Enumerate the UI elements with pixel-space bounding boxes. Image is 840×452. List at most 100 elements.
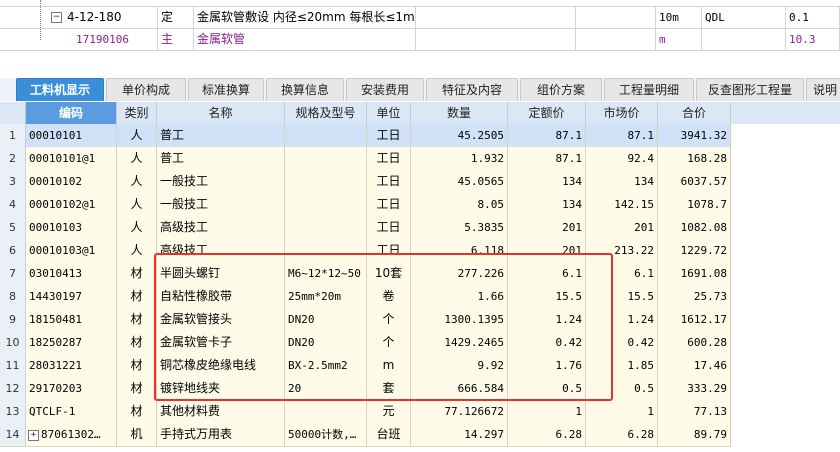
cell-category[interactable]: 材 [117, 400, 157, 423]
cell-name[interactable]: 高级技工 [157, 239, 285, 262]
cell-quota-price[interactable]: 15.5 [508, 285, 586, 308]
cell-unit[interactable]: 台班 [367, 423, 411, 446]
cell-name[interactable]: 一般技工 [157, 193, 285, 216]
cell-code[interactable]: 00010101@1 [26, 147, 117, 170]
table-row[interactable]: 1 00010101 人 普工 工日 45.2505 87.1 87.1 394… [0, 124, 731, 148]
cell-name[interactable]: 金属软管接头 [157, 308, 285, 331]
cell-quota-price[interactable]: 0.5 [508, 377, 586, 400]
cell-spec[interactable] [285, 193, 367, 216]
cell-unit[interactable]: 工日 [367, 124, 411, 147]
cell-quantity[interactable]: 277.226 [411, 262, 508, 285]
table-row[interactable]: 4 00010102@1 人 一般技工 工日 8.05 134 142.15 1… [0, 193, 731, 217]
cell-code[interactable]: 28031221 [26, 354, 117, 377]
table-row[interactable]: 7 03010413 材 半圆头螺钉 M6~12*12~50 10套 277.2… [0, 262, 731, 286]
cell-code[interactable]: 00010102 [26, 170, 117, 193]
cell-unit[interactable]: 10套 [367, 262, 411, 285]
cell-category[interactable]: 人 [117, 239, 157, 262]
cell-spec[interactable]: 25mm*20m [285, 285, 367, 308]
tab-features[interactable]: 特征及内容 [426, 78, 518, 101]
cell-category[interactable]: 材 [117, 285, 157, 308]
cell-unit[interactable]: 元 [367, 400, 411, 423]
cell-name[interactable]: 普工 [157, 147, 285, 170]
cell-spec[interactable] [285, 239, 367, 262]
cell-market-price[interactable]: 92.4 [586, 147, 658, 170]
table-row[interactable]: 11 28031221 材 铜芯橡皮绝缘电线 BX-2.5mm2 m 9.92 … [0, 354, 731, 378]
cell-quantity[interactable]: 45.2505 [411, 124, 508, 147]
table-row[interactable]: 6 00010103@1 人 高级技工 工日 6.118 201 213.22 … [0, 239, 731, 263]
cell-name[interactable]: 金属软管卡子 [157, 331, 285, 354]
cell-quota-price[interactable]: 1 [508, 400, 586, 423]
cell-quantity[interactable]: 666.584 [411, 377, 508, 400]
cell-code[interactable]: 18150481 [26, 308, 117, 331]
table-row[interactable]: 12 29170203 材 镀锌地线夹 20 套 666.584 0.5 0.5… [0, 377, 731, 401]
cell-quantity[interactable]: 1429.2465 [411, 331, 508, 354]
cell-quantity[interactable]: 77.126672 [411, 400, 508, 423]
cell-market-price[interactable]: 142.15 [586, 193, 658, 216]
cell-quantity[interactable]: 1300.1395 [411, 308, 508, 331]
cell-unit[interactable]: 个 [367, 308, 411, 331]
cell-quantity[interactable]: 5.3835 [411, 216, 508, 239]
table-row[interactable]: 5 00010103 人 高级技工 工日 5.3835 201 201 1082… [0, 216, 731, 240]
cell-market-price[interactable]: 87.1 [586, 124, 658, 147]
cell-spec[interactable] [285, 124, 367, 147]
main-material-row[interactable]: 17190106 主 金属软管 m 10.3 [0, 29, 840, 51]
cell-code[interactable]: 14430197 [26, 285, 117, 308]
cell-category[interactable]: 材 [117, 331, 157, 354]
cell-market-price[interactable]: 201 [586, 216, 658, 239]
cell-unit[interactable]: m [367, 354, 411, 377]
cell-market-price[interactable]: 0.42 [586, 331, 658, 354]
cell-spec[interactable] [285, 400, 367, 423]
cell-spec[interactable]: 50000计数,… [285, 423, 367, 446]
table-row[interactable]: 13 QTCLF-1 材 其他材料费 元 77.126672 1 1 77.13 [0, 400, 731, 424]
cell-unit[interactable]: 工日 [367, 193, 411, 216]
expand-icon[interactable]: + [28, 429, 39, 441]
cell-market-price[interactable]: 6.28 [586, 423, 658, 446]
cell-market-price[interactable]: 1 [586, 400, 658, 423]
quota-row[interactable]: − 4-12-180 定 金属软管敷设 内径≤20mm 每根长≤1m 10m Q… [0, 0, 840, 29]
table-row[interactable]: 3 00010102 人 一般技工 工日 45.0565 134 134 603… [0, 170, 731, 194]
cell-quantity[interactable]: 6.118 [411, 239, 508, 262]
cell-category[interactable]: 材 [117, 354, 157, 377]
cell-market-price[interactable]: 1.24 [586, 308, 658, 331]
cell-quota-price[interactable]: 87.1 [508, 147, 586, 170]
header-quota-price[interactable]: 定额价 [508, 102, 586, 124]
cell-code[interactable]: 18250287 [26, 331, 117, 354]
cell-quota-price[interactable]: 1.24 [508, 308, 586, 331]
cell-code[interactable]: QTCLF-1 [26, 400, 117, 423]
cell-category[interactable]: 人 [117, 193, 157, 216]
cell-unit[interactable]: 工日 [367, 239, 411, 262]
tab-install-fee[interactable]: 安装费用 [346, 78, 424, 101]
cell-unit[interactable]: 工日 [367, 170, 411, 193]
cell-spec[interactable]: BX-2.5mm2 [285, 354, 367, 377]
cell-quantity[interactable]: 1.932 [411, 147, 508, 170]
tab-quantity-detail[interactable]: 工程量明细 [604, 78, 694, 101]
cell-category[interactable]: 材 [117, 308, 157, 331]
cell-spec[interactable]: DN20 [285, 308, 367, 331]
collapse-icon[interactable]: − [51, 12, 62, 23]
cell-name[interactable]: 自粘性橡胶带 [157, 285, 285, 308]
tab-pricing-plan[interactable]: 组价方案 [520, 78, 602, 101]
cell-quantity[interactable]: 8.05 [411, 193, 508, 216]
cell-code[interactable]: 00010103 [26, 216, 117, 239]
tab-standard-conversion[interactable]: 标准换算 [188, 78, 264, 101]
header-spec[interactable]: 规格及型号 [285, 102, 367, 124]
cell-code[interactable]: 00010103@1 [26, 239, 117, 262]
header-market-price[interactable]: 市场价 [586, 102, 658, 124]
cell-quota-price[interactable]: 6.1 [508, 262, 586, 285]
header-category[interactable]: 类别 [117, 102, 157, 124]
cell-category[interactable]: 材 [117, 262, 157, 285]
cell-quantity[interactable]: 45.0565 [411, 170, 508, 193]
tab-unit-price[interactable]: 单价构成 [106, 78, 186, 101]
cell-quota-price[interactable]: 6.28 [508, 423, 586, 446]
table-row[interactable]: 8 14430197 材 自粘性橡胶带 25mm*20m 卷 1.66 15.5… [0, 285, 731, 309]
cell-quota-price[interactable]: 134 [508, 193, 586, 216]
cell-category[interactable]: 材 [117, 377, 157, 400]
cell-market-price[interactable]: 134 [586, 170, 658, 193]
cell-code[interactable]: 29170203 [26, 377, 117, 400]
cell-category[interactable]: 人 [117, 170, 157, 193]
cell-unit[interactable]: 卷 [367, 285, 411, 308]
cell-category[interactable]: 人 [117, 147, 157, 170]
cell-quantity[interactable]: 14.297 [411, 423, 508, 446]
cell-code[interactable]: +87061302… [26, 423, 117, 446]
tab-reverse-graphic[interactable]: 反查图形工程量 [696, 78, 804, 101]
